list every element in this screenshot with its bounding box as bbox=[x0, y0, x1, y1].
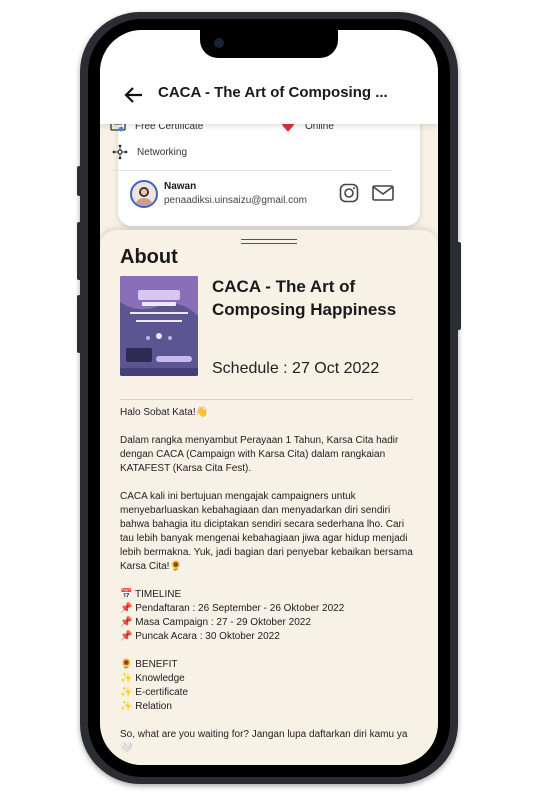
event-description: Halo Sobat Kata!👋 Dalam rangka menyambut… bbox=[120, 407, 413, 754]
organizer-email: penaadiksi.uinsaizu@gmail.com bbox=[164, 195, 307, 206]
power-button bbox=[456, 242, 461, 330]
mute-switch bbox=[77, 166, 82, 196]
section-divider bbox=[120, 399, 413, 400]
back-button[interactable] bbox=[122, 83, 146, 107]
networking-label: Networking bbox=[137, 146, 188, 158]
event-schedule: Schedule : 27 Oct 2022 bbox=[212, 360, 380, 377]
camera-icon bbox=[214, 38, 224, 48]
arrow-left-icon bbox=[124, 87, 142, 103]
notch bbox=[200, 30, 338, 58]
network-icon bbox=[112, 144, 128, 160]
phone-screen: Free Certificate Online Networking Nawan… bbox=[100, 30, 438, 765]
about-heading: About bbox=[120, 246, 178, 268]
event-title: CACA - The Art of Composing Happiness bbox=[212, 277, 397, 319]
event-poster[interactable] bbox=[120, 276, 198, 376]
avatar[interactable] bbox=[130, 180, 158, 208]
mail-icon[interactable] bbox=[372, 185, 394, 201]
drag-handle[interactable] bbox=[241, 239, 297, 244]
organizer-name: Nawan bbox=[164, 181, 197, 192]
card-divider bbox=[110, 170, 392, 171]
about-sheet[interactable]: About CACA - The Art of Composing Happin… bbox=[100, 230, 438, 765]
volume-down-button bbox=[77, 295, 82, 353]
instagram-icon[interactable] bbox=[339, 183, 359, 203]
networking-info: Networking bbox=[112, 144, 187, 160]
volume-up-button bbox=[77, 222, 82, 280]
page-title: CACA - The Art of Composing ... bbox=[158, 84, 388, 101]
